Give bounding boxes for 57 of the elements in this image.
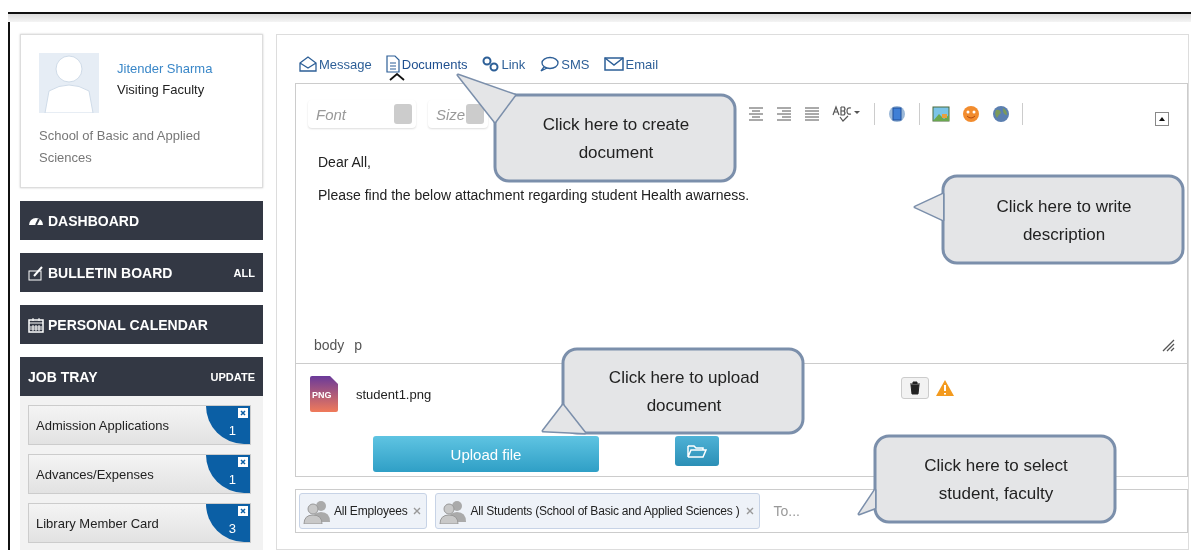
delete-button[interactable]	[901, 377, 929, 399]
trash-icon	[909, 381, 921, 395]
collapse-icon[interactable]	[1155, 112, 1169, 126]
close-icon[interactable]	[238, 457, 248, 467]
profile-name-link[interactable]: Jitender Sharma	[117, 61, 213, 76]
count-badge: 3	[206, 504, 250, 542]
document-icon	[385, 55, 400, 73]
recipient-chip: All Employees	[299, 493, 428, 529]
justify-icon[interactable]	[804, 107, 820, 121]
update-link[interactable]: UPDATE	[210, 370, 255, 383]
browse-folder-button[interactable]	[675, 436, 719, 466]
element-path-item[interactable]: p	[354, 337, 363, 353]
profile-role: Visiting Faculty	[117, 82, 206, 97]
align-center-icon[interactable]	[748, 107, 764, 121]
nav-bar[interactable]: PERSONAL CALENDAR	[20, 305, 263, 344]
compose-tab[interactable]: Link	[481, 55, 526, 73]
open-envelope-icon	[299, 56, 317, 72]
compose-tab[interactable]: SMS	[539, 55, 590, 73]
count-badge: 1	[206, 455, 250, 493]
recipient-chip: All Students (School of Basic and Applied Sciences )	[435, 493, 760, 529]
job-tray-item[interactable]: Library Member Card 3	[28, 503, 251, 543]
element-path-item[interactable]: body	[314, 337, 345, 353]
compose-tab[interactable]: Message	[299, 55, 372, 73]
calendar-icon	[28, 316, 44, 333]
resize-handle-icon[interactable]	[1161, 338, 1175, 352]
body-text: Dear All,	[318, 154, 372, 170]
globe-icon[interactable]	[992, 105, 1010, 123]
caret-icon	[388, 73, 405, 81]
spellcheck-icon[interactable]	[832, 105, 862, 123]
job-tray-title: JOB TRAY	[28, 368, 99, 385]
profile-school: School of Basic and Applied Sciences	[39, 127, 202, 167]
to-placeholder: To...	[773, 503, 800, 519]
compose-tab[interactable]: Documents	[385, 55, 468, 73]
align-right-icon[interactable]	[776, 107, 792, 121]
link-icon	[481, 56, 500, 72]
compose-tab[interactable]: Email	[603, 55, 659, 73]
smiley-icon[interactable]	[962, 105, 980, 123]
body-text: Please find the below attachment regarding student Health awarness.	[318, 187, 751, 203]
pen-paper-icon	[28, 264, 44, 281]
close-icon[interactable]	[238, 506, 248, 516]
speech-bubble-icon	[539, 56, 560, 72]
close-icon[interactable]	[238, 408, 248, 418]
file-name: student1.png	[356, 386, 432, 402]
warning-icon	[935, 379, 955, 397]
nav-bar[interactable]: DASHBOARD	[20, 201, 263, 240]
folder-icon	[687, 443, 707, 459]
remove-icon[interactable]	[413, 507, 422, 515]
avatar-icon	[39, 53, 99, 113]
envelope-icon	[603, 56, 624, 72]
people-icon	[303, 498, 333, 524]
remove-icon[interactable]	[745, 507, 754, 515]
file-type-label: PNG	[312, 390, 332, 400]
job-tray-item[interactable]: Advances/Expenses 1	[28, 454, 251, 494]
nav-bar[interactable]: BULLETIN BOARD ALL	[20, 253, 263, 292]
count-badge: 1	[206, 406, 250, 444]
file-icon	[310, 376, 338, 412]
job-tray-item[interactable]: Admission Applications 1	[28, 405, 251, 445]
